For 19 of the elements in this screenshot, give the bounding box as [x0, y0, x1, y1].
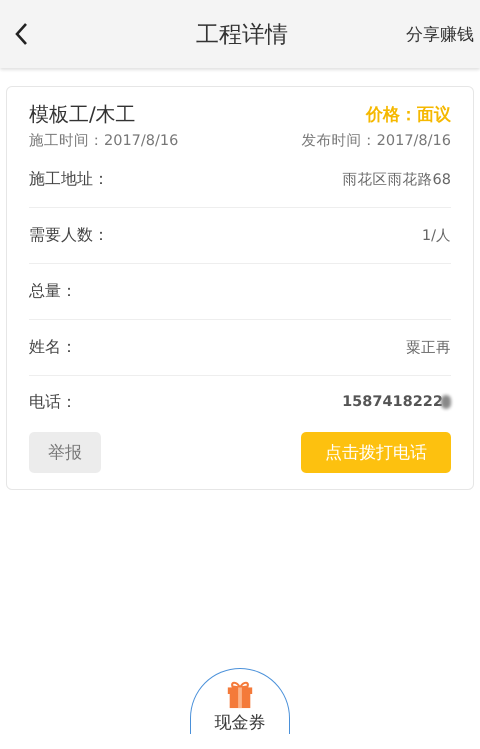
field-label: 需要人数：: [29, 225, 109, 246]
share-link[interactable]: 分享赚钱: [406, 22, 480, 46]
back-icon: [14, 22, 28, 46]
page-title: 工程详情: [195, 20, 289, 50]
field-label: 施工地址：: [29, 169, 109, 190]
field-value: 雨花区雨花路68: [342, 171, 451, 189]
price-label: 价格：面议: [366, 104, 451, 126]
report-button[interactable]: 举报: [29, 432, 101, 473]
field-label: 姓名：: [29, 337, 77, 358]
coupon-button[interactable]: 现金券: [190, 668, 290, 734]
field-label: 电话：: [29, 392, 77, 412]
field-label: 总量：: [29, 281, 77, 302]
work-time: 施工时间：2017/8/16: [29, 132, 178, 150]
publish-time: 发布时间：2017/8/16: [302, 132, 451, 150]
redaction-mark: [441, 395, 451, 409]
field-value: 粟正再: [406, 339, 451, 357]
field-value: 1/人: [422, 227, 451, 245]
phone-number: 1587418222: [342, 394, 443, 410]
job-title: 模板工/木工: [29, 101, 136, 128]
